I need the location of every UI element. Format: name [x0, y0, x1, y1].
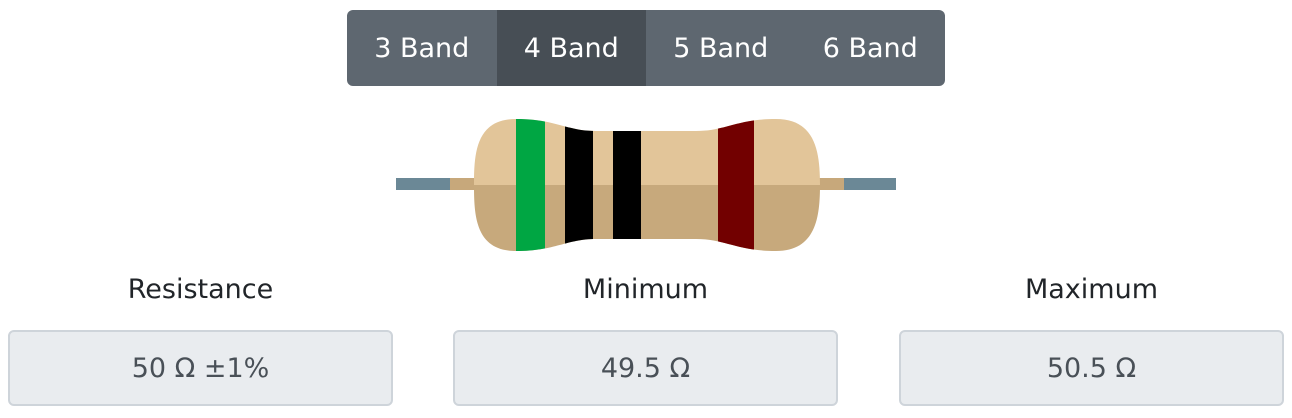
maximum-section: Maximum 50.5 Ω — [899, 268, 1284, 406]
minimum-section: Minimum 49.5 Ω — [453, 268, 838, 406]
resistor-band-3 — [613, 119, 641, 251]
tab-6-band[interactable]: 6 Band — [796, 10, 946, 86]
resistor-band-2 — [565, 119, 593, 251]
tab-3-band[interactable]: 3 Band — [347, 10, 497, 86]
resistor-lead-right — [842, 178, 896, 190]
minimum-label: Minimum — [582, 274, 709, 305]
band-count-selector: 3 Band 4 Band 5 Band 6 Band — [347, 10, 945, 86]
tab-4-band[interactable]: 4 Band — [496, 10, 646, 86]
resistor-svg — [396, 119, 896, 251]
minimum-value-field[interactable]: 49.5 Ω — [453, 330, 838, 406]
tab-5-band[interactable]: 5 Band — [646, 10, 796, 86]
resistance-label: Resistance — [127, 274, 274, 305]
maximum-label: Maximum — [1024, 274, 1159, 305]
resistor-illustration — [396, 117, 896, 257]
resistor-band-4 — [718, 119, 754, 251]
resistor-lead-left-inner — [450, 178, 478, 190]
resistance-section: Resistance 50 Ω ±1% — [8, 268, 393, 406]
resistor-lead-left — [396, 178, 450, 190]
resistor-lead-right-inner — [816, 178, 844, 190]
resistance-value-field[interactable]: 50 Ω ±1% — [8, 330, 393, 406]
resistor-band-1 — [516, 119, 545, 251]
maximum-value-field[interactable]: 50.5 Ω — [899, 330, 1284, 406]
